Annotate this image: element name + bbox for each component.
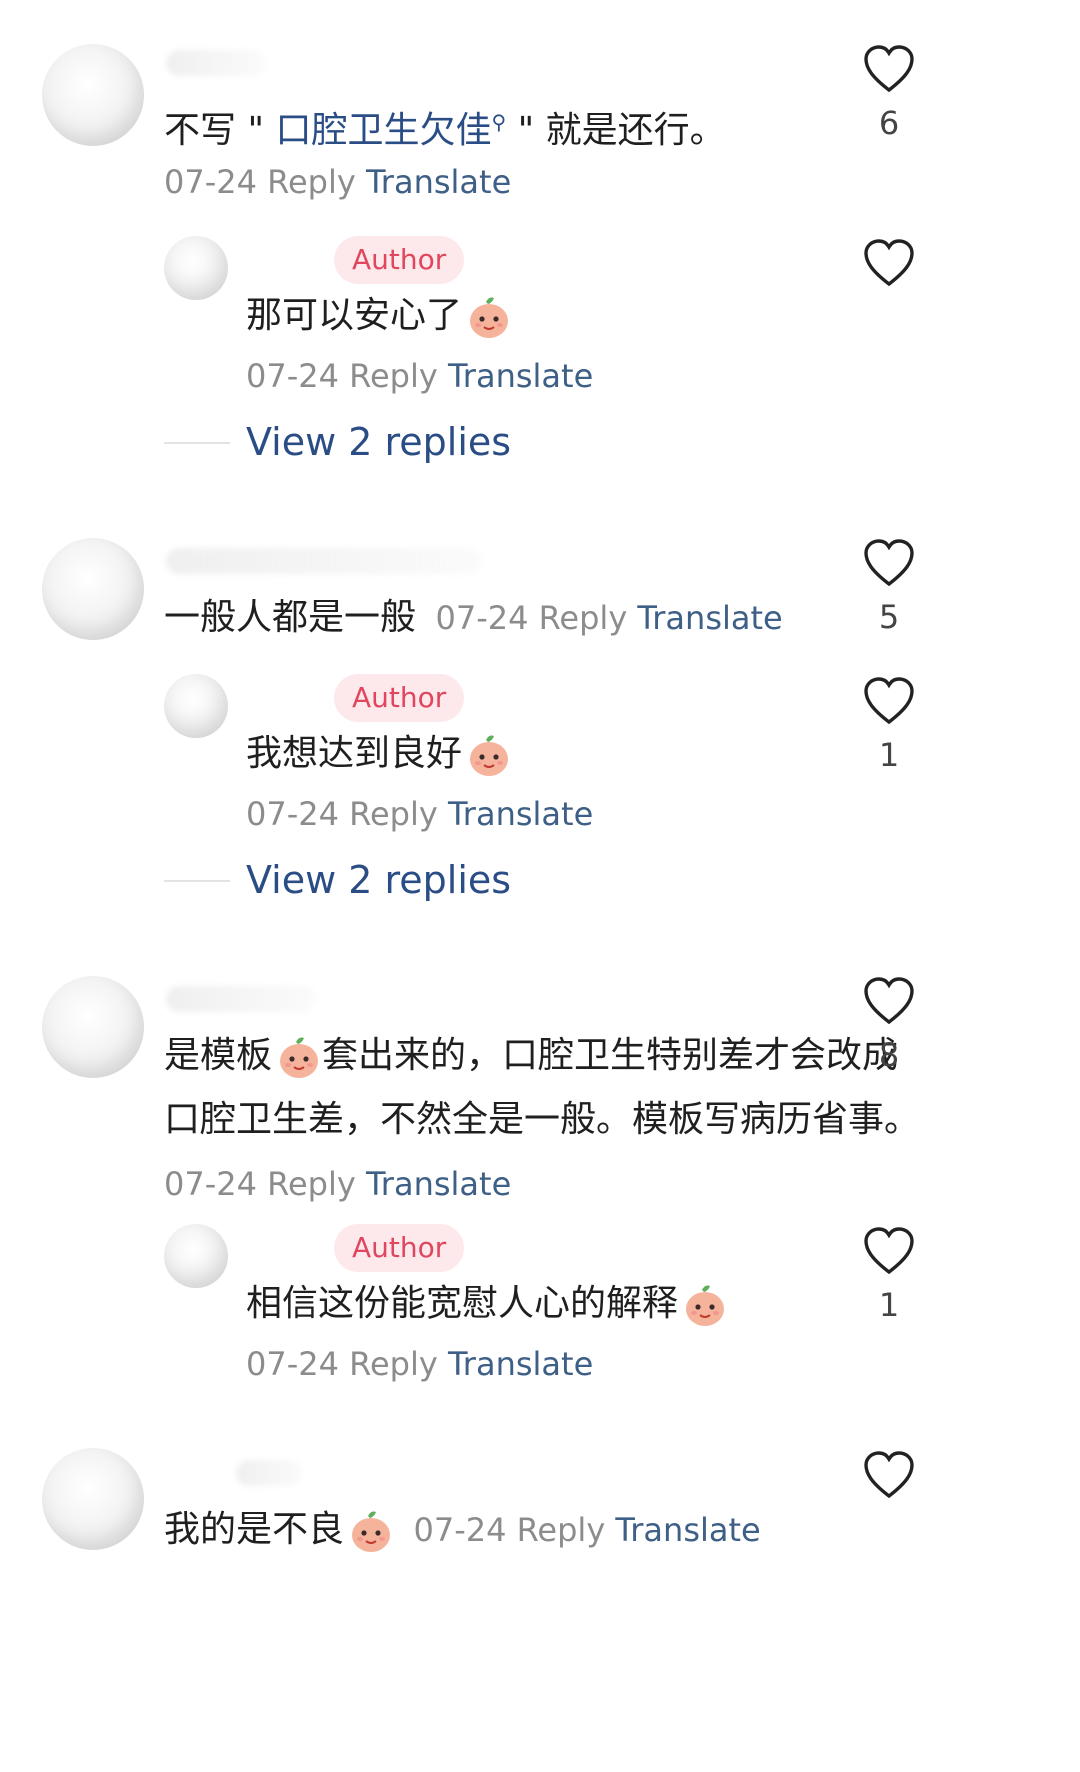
comment-text-content: 一般人都是一般 [164,597,417,638]
search-icon[interactable]: ⚲ [491,110,506,134]
author-badge: Author [334,674,465,722]
search-link[interactable]: 口腔卫生欠佳⚲ [275,110,506,151]
username-blurred[interactable] [236,1460,302,1486]
avatar[interactable] [42,976,144,1078]
reply-text-content: 我想达到良好 [246,733,463,774]
reply-button[interactable]: Reply [517,1511,606,1549]
reply-button[interactable]: Reply [349,795,438,833]
like-count: 1 [878,736,900,774]
divider [164,442,230,444]
comment-text: 我的是不良 07-24 Reply Translate [164,1506,761,1554]
username-blurred[interactable] [166,50,266,76]
like-count: 6 [878,104,900,142]
reply-text-content: 那可以安心了 [246,295,463,336]
avatar[interactable] [164,1224,228,1288]
comment-date: 07-24 [413,1511,507,1549]
translate-button[interactable]: Translate [448,795,593,833]
author-badge: Author [334,236,465,284]
reply-text: 相信这份能宽慰人心的解释 [246,1280,728,1328]
heart-outline-icon[interactable] [862,1450,916,1500]
translate-button[interactable]: Translate [448,357,593,395]
translate-button[interactable]: Translate [615,1511,760,1549]
translate-button[interactable]: Translate [366,1165,511,1203]
comment-text: 是模板 套出来的，口腔卫生特别差才会改成口腔卫生差，不然全是一般。模板写病历省事。… [164,1024,924,1216]
reply-button[interactable]: Reply [267,163,356,201]
reply-text-content: 相信这份能宽慰人心的解释 [246,1283,679,1324]
avatar[interactable] [42,1448,144,1550]
divider [164,880,230,882]
reply-button[interactable]: Reply [349,357,438,395]
username-blurred[interactable] [166,548,482,574]
comment-date: 07-24 [164,1165,257,1203]
comment-meta: 07-24 Reply Translate [164,162,511,202]
peach-emoji-icon [466,732,512,778]
peach-emoji-icon [682,1282,728,1328]
peach-emoji-icon [276,1034,322,1080]
heart-outline-icon[interactable] [862,44,916,94]
username-blurred[interactable] [166,986,316,1012]
reply-button[interactable]: Reply [267,1165,356,1203]
reply-button[interactable]: Reply [349,1345,438,1383]
heart-outline-icon[interactable] [862,976,916,1026]
view-replies-button[interactable]: View 2 replies [246,420,511,464]
comment-text: 不写 " 口腔卫生欠佳⚲ " 就是还行。 [164,98,726,155]
comment-date: 07-24 [435,599,529,637]
avatar[interactable] [164,236,228,300]
comment-text: 一般人都是一般 07-24 Reply Translate [164,594,783,642]
comment-date: 07-24 [164,163,257,201]
reply-button[interactable]: Reply [539,599,628,637]
reply-text: 那可以安心了 [246,292,512,340]
reply-meta: 07-24 Reply Translate [246,794,593,834]
translate-button[interactable]: Translate [448,1345,593,1383]
avatar[interactable] [42,44,144,146]
translate-button[interactable]: Translate [637,599,782,637]
comment-text-part: 是模板 [164,1035,273,1076]
peach-emoji-icon [348,1508,394,1554]
heart-outline-icon[interactable] [862,676,916,726]
heart-outline-icon[interactable] [862,1226,916,1276]
reply-text: 我想达到良好 [246,730,512,778]
reply-meta: 07-24 Reply Translate [246,1344,593,1384]
heart-outline-icon[interactable] [862,238,916,288]
author-badge: Author [334,1224,465,1272]
comment-text-part: " 就是还行。 [517,110,726,151]
search-link-text[interactable]: 口腔卫生欠佳 [275,110,491,151]
like-count: 8 [878,1036,900,1074]
avatar[interactable] [42,538,144,640]
heart-outline-icon[interactable] [862,538,916,588]
translate-button[interactable]: Translate [366,163,511,201]
reply-date: 07-24 [246,1345,339,1383]
reply-date: 07-24 [246,357,339,395]
view-replies-button[interactable]: View 2 replies [246,858,511,902]
peach-emoji-icon [466,294,512,340]
comment-text-part: 不写 " [164,110,265,151]
like-count: 5 [878,598,900,636]
avatar[interactable] [164,674,228,738]
like-count: 1 [878,1286,900,1324]
reply-meta: 07-24 Reply Translate [246,356,593,396]
comment-text-content: 我的是不良 [164,1509,345,1550]
reply-date: 07-24 [246,795,339,833]
